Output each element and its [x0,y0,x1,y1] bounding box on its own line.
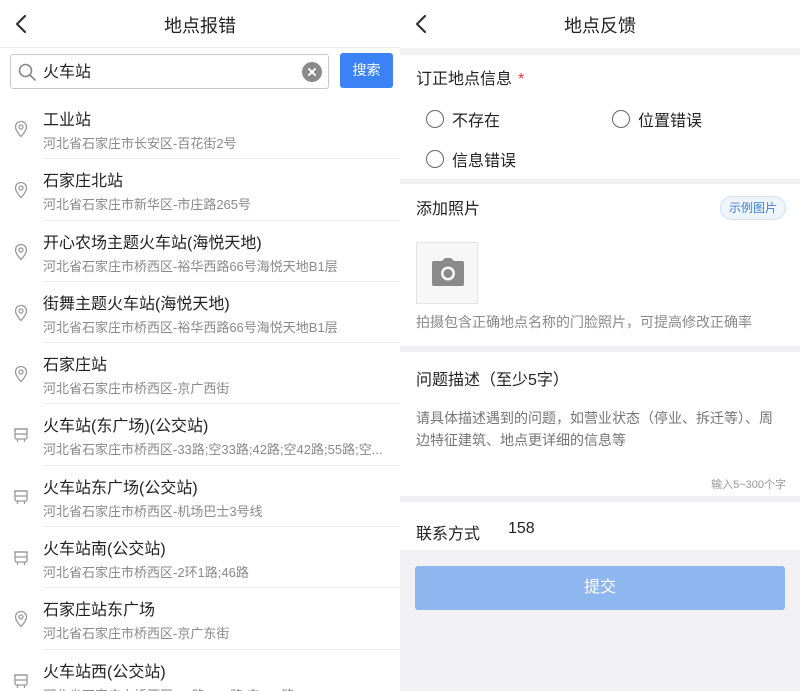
result-item[interactable]: 街舞主题火车站(海悦天地) 河北省石家庄市桥西区-裕华西路66号海悦天地B1层 [0,282,400,344]
location-pin-icon [12,304,30,322]
result-address: 河北省石家庄市桥西区-机场巴士3号线 [43,503,263,519]
contact-section: 联系方式 [400,502,800,550]
radio-circle[interactable] [426,150,444,168]
place-report-screen: 地点报错 搜索 工业站河北省石家庄市长安区-百花街2号石家庄北站河北省石家庄市新… [0,0,400,691]
correction-label-text: 订正地点信息 [416,71,513,88]
bus-stop-icon [12,426,30,444]
result-item[interactable]: 开心农场主题火车站(海悦天地) 河北省石家庄市桥西区-裕华西路66号海悦天地B1层 [0,221,400,282]
result-item[interactable]: 石家庄站东广场河北省石家庄市桥西区-京广东街 [0,588,400,650]
result-item[interactable]: 火车站南(公交站) 河北省石家庄市桥西区-2环1路;46路 [0,527,400,589]
correction-label: 订正地点信息 * [416,65,524,89]
search-input[interactable] [43,61,273,79]
result-name: 火车站西(公交站) [43,663,166,681]
clear-icon[interactable] [302,62,322,82]
result-name: 工业站 [43,112,92,129]
radio-circle[interactable] [426,110,444,128]
result-item[interactable]: 火车站西(公交站) 河北省石家庄市桥西区-14路;244路;空244路 [0,650,400,691]
contact-input[interactable] [508,520,708,538]
bus-stop-icon [12,488,30,506]
search-row: 搜索 [0,48,400,98]
example-image-button[interactable]: 示例图片 [719,196,786,220]
bus-stop-icon [12,549,30,567]
add-photo-button[interactable] [416,242,478,304]
result-address: 河北省石家庄市桥西区-14路;244路;空244路 [43,685,294,691]
location-pin-icon [12,610,30,628]
result-name: 火车站(东广场)(公交站) [43,418,209,436]
result-address: 河北省石家庄市桥西区-33路;空33路;42路;空42路;55路;空... [43,442,383,458]
result-item[interactable]: 工业站河北省石家庄市长安区-百花街2号 [0,98,400,160]
photo-label: 添加照片 [416,201,481,218]
page-title: 地点报错 [164,16,236,36]
radio-label: 不存在 [452,113,501,130]
right-top-bar: 地点反馈 [400,0,800,48]
submit-button[interactable]: 提交 [415,566,785,610]
back-arrow-icon[interactable] [10,10,34,38]
back-arrow-icon[interactable] [410,10,434,38]
search-icon [18,63,36,81]
result-address: 河北省石家庄市新华区-市庄路265号 [43,197,252,213]
required-mark: * [518,71,525,88]
search-box[interactable] [10,54,329,89]
radio-circle[interactable] [612,110,630,128]
result-name: 石家庄站东广场 [43,602,156,620]
location-pin-icon [12,120,30,138]
location-pin-icon [12,181,30,199]
page-title: 地点反馈 [564,16,636,36]
result-address: 河北省石家庄市桥西区-裕华西路66号海悦天地B1层 [43,319,338,335]
contact-label: 联系方式 [416,526,481,543]
radio-wrong-info[interactable]: 信息错误 [426,147,516,171]
result-name: 街舞主题火车站(海悦天地) [43,295,230,313]
result-name: 火车站东广场(公交站) [43,479,198,497]
photo-section: 添加照片 示例图片 拍摄包含正确地点名称的门脸照片，可提高修改正确率 [400,184,800,346]
result-item[interactable]: 石家庄北站河北省石家庄市新华区-市庄路265号 [0,159,400,221]
left-top-bar: 地点报错 [0,0,400,48]
camera-icon [432,258,464,286]
description-input[interactable] [416,407,786,473]
result-item[interactable]: 石家庄站河北省石家庄市桥西区-京广西街 [0,343,400,405]
char-counter: 输入5~300个字 [711,479,786,491]
result-address: 河北省石家庄市长安区-百花街2号 [43,136,237,151]
description-label: 问题描述（至少5字） [416,372,569,389]
result-item[interactable]: 火车站东广场(公交站) 河北省石家庄市桥西区-机场巴士3号线 [0,466,400,528]
result-list: 工业站河北省石家庄市长安区-百花街2号 石家庄北站河北省石家庄市新华区-市庄路26… [0,98,400,691]
location-pin-icon [12,243,30,261]
photo-hint: 拍摄包含正确地点名称的门脸照片，可提高修改正确率 [416,314,752,330]
radio-wrong-location[interactable]: 位置错误 [612,107,702,131]
radio-label: 信息错误 [452,153,517,170]
result-address: 河北省石家庄市桥西区-京广西街 [43,381,230,397]
correction-section: 订正地点信息 * 不存在 位置错误 信息错误 [400,55,800,179]
location-pin-icon [12,365,30,383]
place-feedback-screen: 地点反馈 订正地点信息 * 不存在 位置错误 信息错误 添加照片 示例图片 拍摄… [400,0,800,691]
result-address: 河北省石家庄市桥西区-京广东街 [43,626,230,642]
result-name: 石家庄站 [43,357,108,375]
bus-stop-icon [12,672,30,690]
radio-not-exist[interactable]: 不存在 [426,107,500,131]
radio-label: 位置错误 [638,113,703,130]
description-section: 问题描述（至少5字） 输入5~300个字 [400,352,800,496]
result-item[interactable]: 火车站(东广场)(公交站) 河北省石家庄市桥西区-33路;空33路;42路;空42… [0,404,400,466]
result-name: 石家庄北站 [43,173,124,191]
result-address: 河北省石家庄市桥西区-裕华西路66号海悦天地B1层 [43,258,338,274]
result-address: 河北省石家庄市桥西区-2环1路;46路 [43,565,249,581]
search-button[interactable]: 搜索 [340,53,393,88]
result-name: 火车站南(公交站) [43,541,166,559]
result-name: 开心农场主题火车站(海悦天地) [43,234,262,252]
